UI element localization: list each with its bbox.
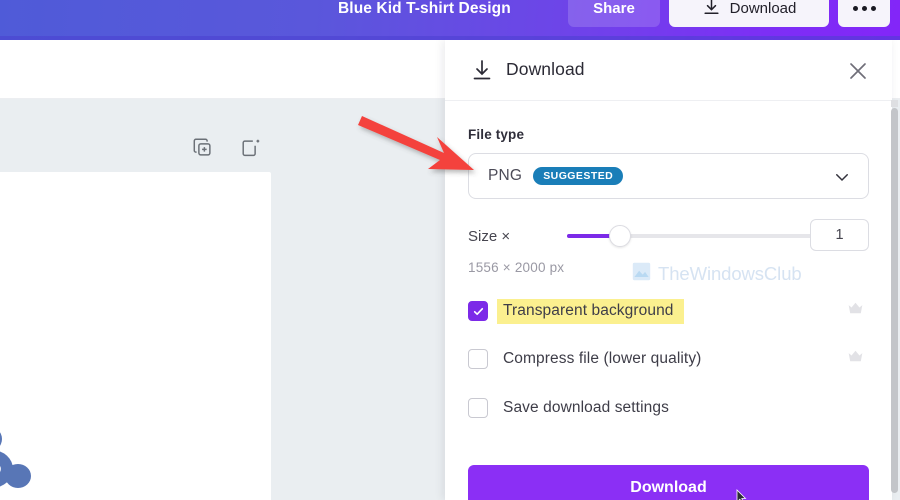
size-row: Size × 1 [468, 219, 869, 251]
page-tools [190, 135, 264, 161]
add-page-icon[interactable] [238, 135, 264, 161]
close-icon[interactable] [846, 59, 870, 83]
size-label: Size × [468, 227, 511, 245]
option-save-download-settings[interactable]: Save download settings [468, 395, 869, 421]
panel-title: Download [506, 59, 585, 79]
size-slider[interactable] [567, 225, 819, 247]
suggested-badge: SUGGESTED [533, 167, 624, 185]
option-compress-file[interactable]: Compress file (lower quality) [468, 346, 869, 372]
checkbox-checked-icon[interactable] [468, 301, 488, 321]
option-transparent-background[interactable]: Transparent background [468, 298, 869, 324]
download-panel-body: File type PNG SUGGESTED Size × 1 1556 × … [445, 127, 892, 421]
download-icon [470, 58, 494, 82]
checkbox-unchecked-icon[interactable] [468, 398, 488, 418]
app-header: Blue Kid T-shirt Design Share Download [0, 0, 900, 40]
duplicate-page-icon[interactable] [190, 135, 216, 161]
header-bottom-edge [0, 36, 900, 40]
file-type-select[interactable]: PNG SUGGESTED [468, 153, 869, 199]
file-type-label: File type [468, 127, 525, 142]
download-button-label: Download [729, 0, 797, 17]
size-dimensions: 1556 × 2000 px [468, 260, 565, 275]
canva-editor-window: Blue Kid T-shirt Design Share Download D… [0, 0, 900, 500]
scrollbar-thumb[interactable] [891, 108, 898, 493]
more-options-button[interactable] [838, 0, 890, 27]
download-button-header[interactable]: Download [669, 0, 829, 27]
option-label: Transparent background [497, 298, 684, 324]
download-panel: Download File type PNG SUGGESTED Size × [445, 40, 892, 500]
chevron-down-icon [833, 168, 851, 186]
pro-crown-icon [847, 349, 864, 364]
download-submit-button[interactable]: Download [468, 465, 869, 500]
option-label: Save download settings [503, 399, 669, 416]
file-type-value: PNG [488, 167, 523, 184]
download-icon [702, 0, 721, 20]
checkbox-unchecked-icon[interactable] [468, 349, 488, 369]
share-button[interactable]: Share [568, 0, 660, 27]
more-dots-icon [852, 6, 876, 11]
slider-thumb[interactable] [609, 225, 631, 247]
pro-crown-icon [847, 301, 864, 316]
size-value-input[interactable]: 1 [810, 219, 869, 251]
download-panel-header: Download [445, 40, 892, 101]
design-artwork-element [0, 421, 54, 500]
option-label: Compress file (lower quality) [503, 350, 702, 367]
design-title[interactable]: Blue Kid T-shirt Design [338, 0, 511, 18]
scrollbar-track [891, 100, 898, 107]
